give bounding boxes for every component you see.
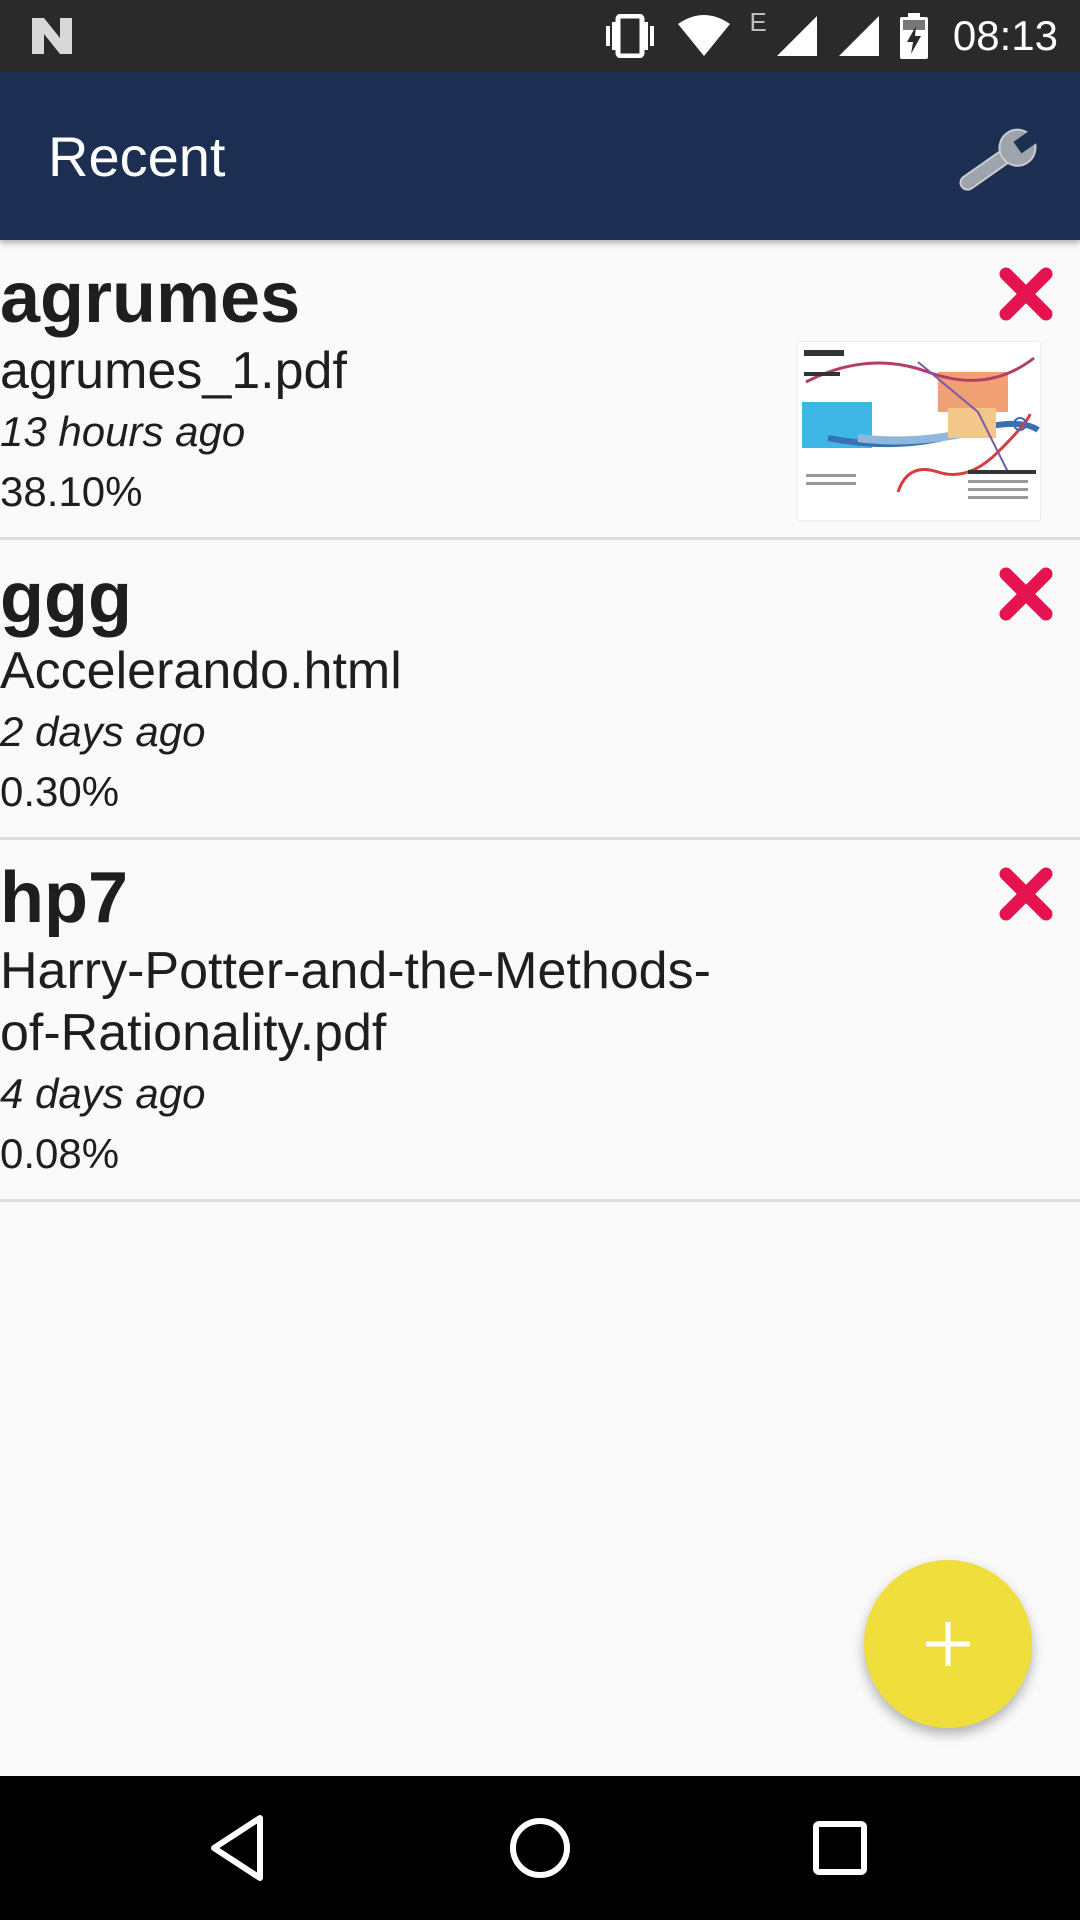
network-type-label: E (749, 6, 767, 37)
add-button[interactable] (864, 1560, 1032, 1728)
home-icon[interactable] (500, 1808, 580, 1888)
progress-percent: 0.08% (0, 1130, 120, 1177)
signal-icon (838, 16, 879, 56)
wifi-icon (677, 15, 730, 56)
navigation-bar (0, 1776, 1080, 1920)
n-logo-icon (32, 18, 72, 54)
list-item[interactable]: ggg Accelerando.html 2 days ago 0.30% (0, 540, 1080, 840)
page-title: Recent (48, 125, 226, 188)
list-item[interactable]: agrumes agrumes_1.pdf 13 hours ago 38.10… (0, 240, 1080, 540)
last-opened: 2 days ago (0, 708, 206, 755)
recents-icon[interactable] (800, 1808, 880, 1888)
document-name: hp7 (0, 858, 129, 938)
file-name: agrumes_1.pdf (0, 342, 347, 400)
status-icons: E 08:13 (602, 0, 1058, 72)
wrench-icon[interactable] (952, 122, 1042, 202)
battery-charging-icon (899, 13, 928, 59)
plus-icon (926, 1622, 970, 1666)
recent-list: agrumes agrumes_1.pdf 13 hours ago 38.10… (0, 240, 1080, 1202)
document-thumbnail (798, 342, 1040, 520)
document-name: ggg (0, 558, 132, 638)
delete-icon[interactable] (994, 862, 1058, 926)
back-icon[interactable] (200, 1808, 280, 1888)
document-name: agrumes (0, 258, 301, 338)
file-name: Accelerando.html (0, 642, 402, 700)
progress-percent: 0.30% (0, 768, 120, 815)
last-opened: 4 days ago (0, 1070, 206, 1117)
clock: 08:13 (952, 12, 1058, 59)
vibrate-icon (605, 14, 654, 58)
list-item[interactable]: hp7 Harry-Potter-and-the-Methods-of-Rati… (0, 840, 1080, 1202)
signal-icon (776, 16, 817, 56)
app-bar: Recent (0, 72, 1080, 240)
status-bar: E 08:13 (0, 0, 1080, 72)
file-name: Harry-Potter-and-the-Methods-of-Rational… (0, 942, 711, 1062)
delete-icon[interactable] (994, 562, 1058, 626)
delete-icon[interactable] (994, 262, 1058, 326)
